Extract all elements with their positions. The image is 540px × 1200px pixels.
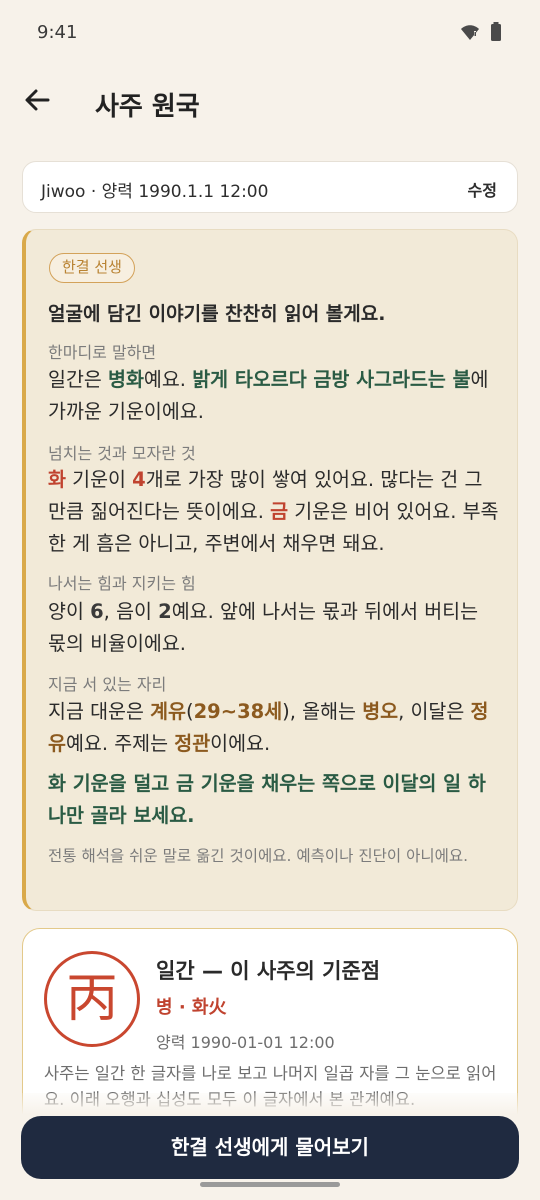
battery-icon [490,22,502,46]
balance-text: 화 기운이 4개로 가장 많이 쌓여 있어요. 많다는 건 그만큼 짊어진다는 … [48,468,499,555]
current-text: 지금 대운은 계유(29~38세), 올해는 병오, 이달은 정유예요. 주제는… [48,700,489,755]
status-icons [460,22,502,46]
teacher-badge: 한결 선생 [49,253,135,283]
yinyang-label: 나서는 힘과 지키는 힘 [48,574,196,593]
summary-text: 일간은 병화예요. 밝게 타오르다 금방 사그라드는 불에 가까운 기운이에요. [48,368,489,423]
ask-teacher-button[interactable]: 한결 선생에게 물어보기 [21,1116,519,1179]
birth-info-text: Jiwoo · 양력 1990.1.1 12:00 [41,182,269,202]
edit-button[interactable]: 수정 [468,177,497,201]
status-bar: 9:41 [0,0,540,64]
ilgan-date: 양력 1990-01-01 12:00 [156,1033,335,1052]
ilgan-title: 일간 — 이 사주의 기준점 [156,959,381,983]
wifi-icon [460,23,480,45]
back-button[interactable] [22,84,54,116]
page-title: 사주 원국 [95,92,200,122]
balance-label: 넘치는 것과 모자란 것 [48,444,196,463]
status-time: 9:41 [37,22,78,43]
advice-text: 화 기운을 덜고 금 기운을 채우는 쪽으로 이달의 일 하나만 골라 보세요. [48,772,486,827]
birth-info-bar: Jiwoo · 양력 1990.1.1 12:00 수정 [22,161,518,213]
current-label: 지금 서 있는 자리 [48,675,167,694]
disclaimer-text: 전통 해석을 쉬운 말로 옮긴 것이에요. 예측이나 진단이 아니에요. [48,847,469,865]
reading-headline: 얼굴에 담긴 이야기를 찬찬히 읽어 볼게요. [48,303,386,325]
home-indicator [200,1182,340,1187]
summary-label: 한마디로 말하면 [48,343,157,362]
teacher-reading-card: 한결 선생 얼굴에 담긴 이야기를 찬찬히 읽어 볼게요. 한마디로 말하면 일… [22,229,518,911]
ilgan-subtitle: 병 · 화火 [156,997,227,1018]
app-bar: 사주 원국 [0,72,540,136]
arrow-left-icon [25,89,50,111]
ilgan-char-emblem: 丙 [44,951,140,1047]
yinyang-text: 양이 6, 음이 2예요. 앞에 나서는 몫과 뒤에서 버티는 몫의 비율이에요… [48,600,479,655]
